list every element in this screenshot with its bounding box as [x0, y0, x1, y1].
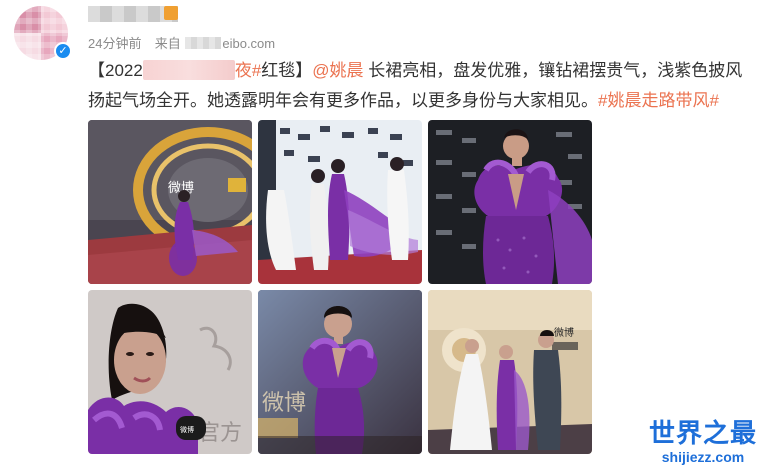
photo-3[interactable] [428, 120, 592, 284]
member-badge-icon [164, 6, 178, 20]
photo-6-image: 微博 [428, 290, 592, 454]
user-mention[interactable]: @姚晨 [312, 61, 363, 80]
topic-hashtag[interactable]: #姚晨走路带风# [598, 91, 719, 110]
post-source-redacted [185, 37, 222, 49]
photo-2-image [258, 120, 422, 284]
post-title-open: 【2022 [88, 61, 143, 80]
photo-3-image [428, 120, 592, 284]
photo-1[interactable]: 微博 [88, 120, 252, 284]
watermark-en: shijiezz.com [661, 449, 745, 465]
photo-4-image: 官方 微博 [88, 290, 252, 454]
site-watermark: 世界之最 shijiezz.com [649, 419, 757, 465]
verified-badge-icon: ✓ [54, 42, 72, 60]
svg-text:微博: 微博 [554, 326, 574, 339]
watermark-cn: 世界之最 [648, 419, 757, 449]
photo-5-image: 微博 [258, 290, 422, 454]
weibo-post: ✓ 24分钟前 来自 eibo.com 【2022 夜#红毯】@姚晨 长裙亮相，盘… [0, 0, 765, 471]
post-title-close: 红毯】 [261, 61, 313, 80]
photo-1-image: 微博 [88, 120, 252, 284]
photo-5[interactable]: 微博 [258, 290, 422, 454]
photo-2[interactable] [258, 120, 422, 284]
svg-text:微博: 微博 [180, 425, 194, 434]
event-hashtag[interactable]: 夜# [235, 61, 261, 80]
photo-grid: 微博 官方 微博 微博 微博 [88, 120, 594, 455]
post-source-label: 来自 [154, 36, 181, 51]
photo-4[interactable]: 官方 微博 [88, 290, 252, 454]
user-avatar[interactable]: ✓ [14, 6, 72, 60]
post-source[interactable]: eibo.com [222, 36, 275, 51]
svg-text:微博: 微博 [262, 391, 306, 416]
post-text: 【2022 夜#红毯】@姚晨 长裙亮相，盘发优雅，镶钻裙摆贵气，浅紫色披风扬起气场… [88, 56, 756, 116]
post-meta: 24分钟前 来自 eibo.com [88, 33, 275, 52]
photo-6[interactable]: 微博 [428, 290, 592, 454]
hashtag-redacted [142, 60, 235, 80]
post-time[interactable]: 24分钟前 [88, 33, 141, 52]
